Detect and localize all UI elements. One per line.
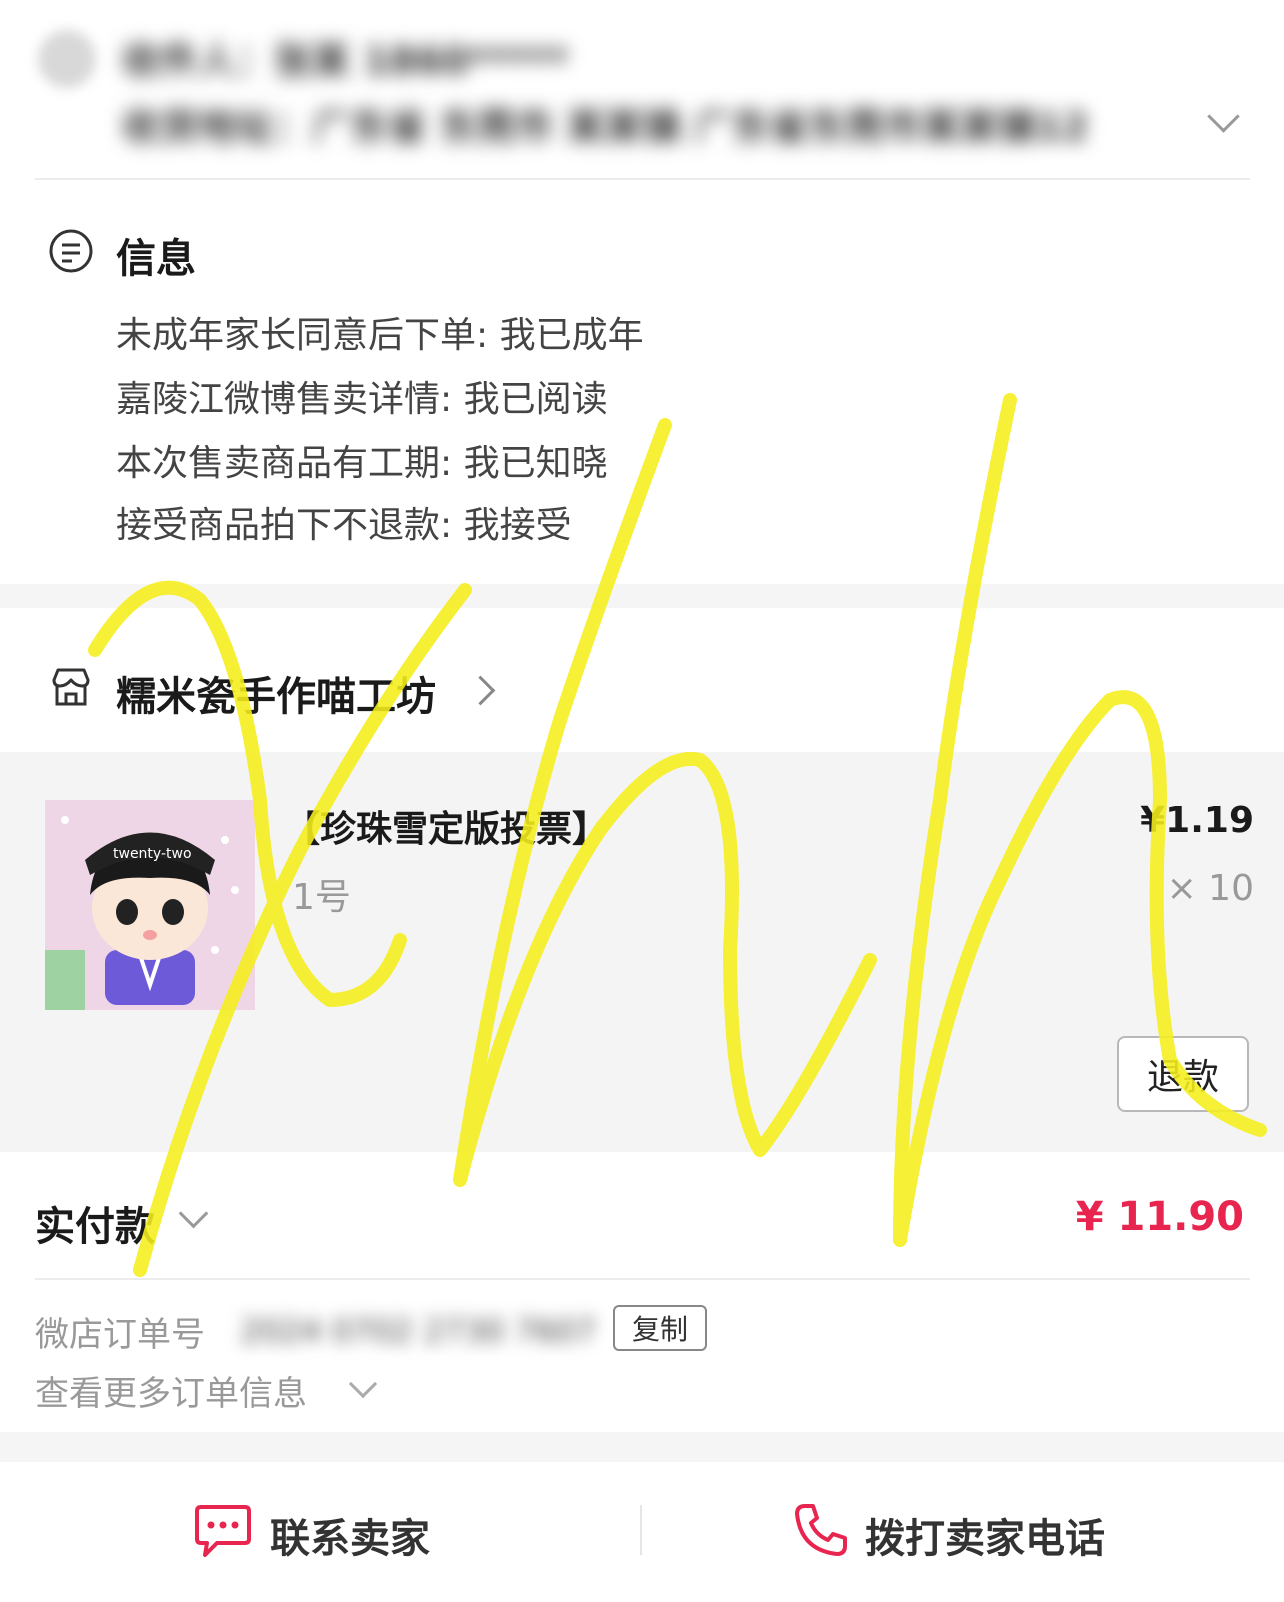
product-title[interactable]: 【珍珠雪定版投票】 [284, 800, 608, 852]
product-quantity: × 10 [1166, 868, 1254, 909]
info-line-no-refund: 接受商品拍下不退款: 我接受 [116, 505, 572, 546]
info-line-weibo: 嘉陵江微博售卖详情: 我已阅读 [116, 379, 608, 420]
product-price: ¥1.19 [1140, 800, 1254, 841]
section-gap [0, 1432, 1284, 1462]
recipient-avatar [38, 30, 96, 88]
chevron-down-icon[interactable] [1207, 100, 1240, 133]
chevron-right-icon[interactable] [465, 675, 496, 706]
section-gap [0, 584, 1284, 608]
copy-order-number-button[interactable]: 复制 [613, 1305, 707, 1351]
refund-button[interactable]: 退款 [1117, 1036, 1249, 1112]
divider [35, 178, 1250, 180]
chevron-down-icon[interactable] [178, 1198, 209, 1229]
recipient-line: 收件人：张某 1860***** [122, 39, 569, 83]
paid-amount: ¥ 11.90 [1075, 1194, 1244, 1240]
shop-name-link[interactable]: 糯米瓷手作喵工坊 [116, 664, 436, 722]
info-icon [49, 229, 93, 273]
call-seller-button[interactable]: 拨打卖家电话 [865, 1506, 1105, 1564]
info-line-adult: 未成年家长同意后下单: 我已成年 [116, 315, 644, 356]
chat-icon[interactable] [193, 1503, 253, 1559]
more-order-info-toggle[interactable]: 查看更多订单信息 [35, 1366, 307, 1415]
thumb-hat-text: twenty-two [113, 846, 192, 862]
paid-amount-label[interactable]: 实付款 [35, 1194, 155, 1252]
shop-icon [52, 668, 90, 706]
info-line-lead-time: 本次售卖商品有工期: 我已知晓 [116, 443, 608, 484]
info-section-title: 信息 [116, 236, 196, 282]
order-number-label: 微店订单号 [35, 1315, 205, 1355]
order-number-value: 2024 0702 2730 7607 [240, 1312, 597, 1350]
address-line: 收货地址：广东省 东莞市 某某镇 广东省东莞市某某镇12 [122, 105, 1089, 149]
divider [35, 1278, 1250, 1280]
divider [640, 1505, 642, 1555]
contact-seller-button[interactable]: 联系卖家 [270, 1506, 430, 1564]
product-variant: 1号 [292, 877, 351, 918]
chevron-down-icon[interactable] [348, 1369, 378, 1399]
product-thumbnail[interactable]: twenty-two [45, 800, 255, 1010]
phone-icon[interactable] [793, 1502, 849, 1558]
